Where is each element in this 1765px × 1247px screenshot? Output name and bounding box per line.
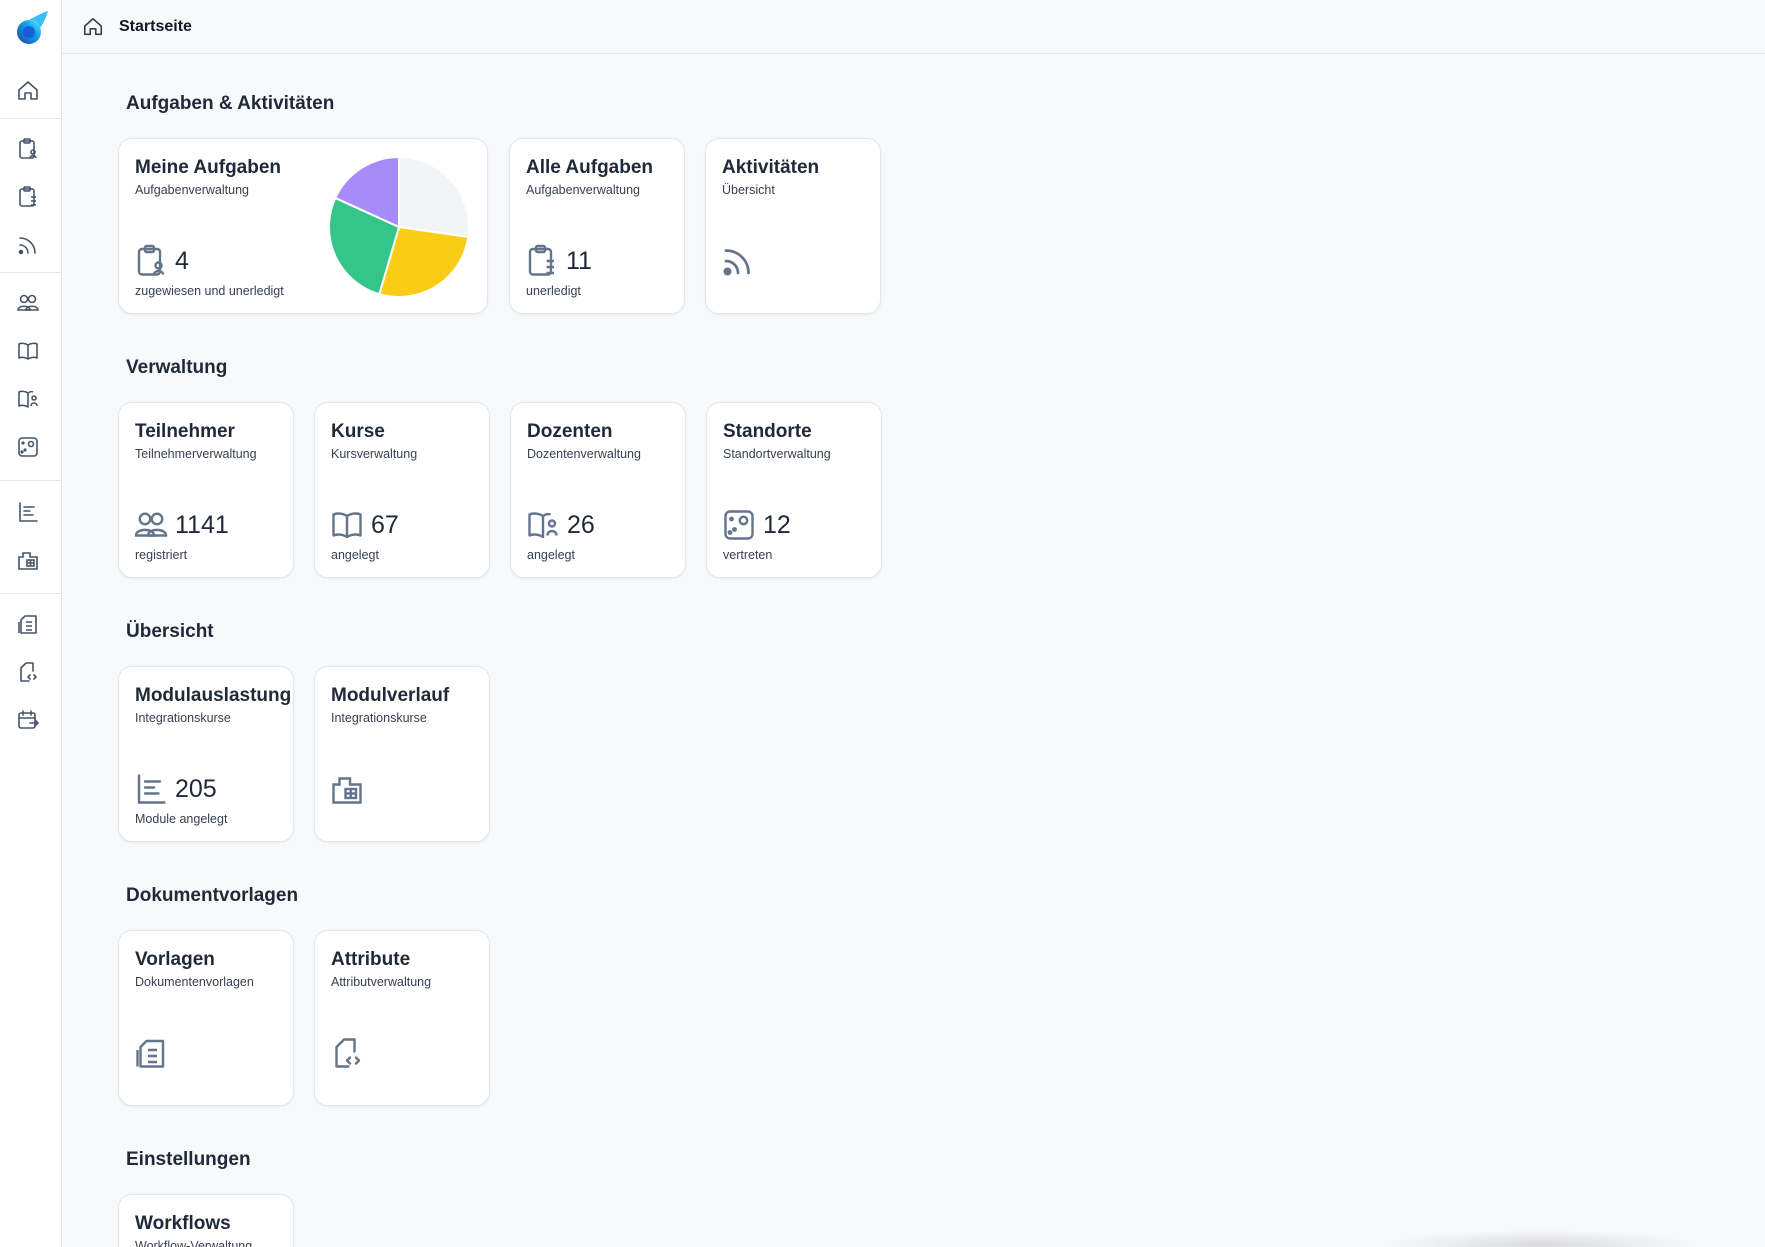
card-footer: angelegt — [331, 548, 379, 562]
card-value: 26 — [567, 510, 595, 539]
folder-grid-icon[interactable] — [15, 547, 41, 573]
breadcrumb-home-icon[interactable] — [81, 15, 105, 39]
card-activities[interactable]: Aktivitäten Übersicht — [705, 138, 881, 314]
card-all-tasks[interactable]: Alle Aufgaben Aufgabenverwaltung 11 uner… — [509, 138, 685, 314]
card-subtitle: Integrationskurse — [135, 711, 231, 725]
breadcrumb[interactable]: Startseite — [119, 18, 192, 36]
card-participants[interactable]: Teilnehmer Teilnehmerverwaltung 1141 reg… — [118, 402, 294, 578]
card-title: Vorlagen — [135, 949, 215, 970]
card-title: Kurse — [331, 421, 385, 442]
card-title: Workflows — [135, 1213, 231, 1234]
card-title: Attribute — [331, 949, 411, 970]
card-locations[interactable]: Standorte Standortverwaltung 12 vertrete… — [706, 402, 882, 578]
nav-divider — [0, 593, 61, 594]
map-pin-icon — [724, 510, 754, 540]
users-icon — [134, 512, 168, 537]
card-module-load[interactable]: Modulauslastung Integrationskurse 205 Mo… — [118, 666, 294, 842]
card-stat: 11 — [524, 243, 592, 279]
card-title: Aktivitäten — [722, 157, 820, 178]
card-title: Alle Aufgaben — [526, 157, 654, 178]
card-footer: Module angelegt — [135, 812, 228, 826]
card-subtitle: Dokumentenvorlagen — [135, 975, 254, 989]
card-subtitle: Aufgabenverwaltung — [526, 183, 640, 197]
floating-shadow — [1380, 1230, 1700, 1247]
card-footer: vertreten — [723, 548, 773, 562]
clipboard-user-icon[interactable] — [15, 136, 41, 162]
card-subtitle: Aufgabenverwaltung — [135, 183, 249, 197]
card-title: Modulauslastung — [135, 685, 292, 706]
card-stat: 4 — [133, 243, 189, 279]
rss-icon[interactable] — [15, 232, 41, 258]
tasks-pie-chart — [328, 155, 470, 298]
card-footer: registriert — [135, 548, 188, 562]
card-attributes[interactable]: Attribute Attributverwaltung — [314, 930, 490, 1106]
bar-chart-icon — [137, 774, 166, 804]
card-value: 4 — [175, 246, 189, 275]
documents-icon — [136, 1039, 165, 1068]
clipboard-list-icon[interactable] — [15, 184, 41, 210]
top-bar: Startseite — [62, 0, 1765, 54]
card-title: Teilnehmer — [135, 421, 235, 442]
card-templates[interactable]: Vorlagen Dokumentenvorlagen — [118, 930, 294, 1106]
card-value: 11 — [566, 246, 592, 275]
card-footer: angelegt — [527, 548, 575, 562]
section-title-admin: Verwaltung — [126, 357, 228, 378]
book-user-icon[interactable] — [15, 386, 41, 412]
card-title: Modulverlauf — [331, 685, 450, 706]
card-subtitle: Teilnehmerverwaltung — [135, 447, 257, 461]
nav-divider — [0, 272, 61, 273]
card-lecturers[interactable]: Dozenten Dozentenverwaltung 26 angelegt — [510, 402, 686, 578]
section-title-overview: Übersicht — [126, 621, 214, 642]
book-user-icon — [528, 512, 558, 539]
card-subtitle: Workflow-Verwaltung — [135, 1239, 253, 1247]
book-open-icon — [332, 512, 362, 539]
home-icon[interactable] — [15, 78, 41, 104]
section-title-templates: Dokumentvorlagen — [126, 885, 299, 906]
file-code-icon[interactable] — [15, 659, 41, 685]
app-logo[interactable] — [12, 8, 52, 48]
card-subtitle: Attributverwaltung — [331, 975, 432, 989]
rss-icon — [723, 249, 750, 276]
card-stat: 67 — [329, 507, 399, 543]
card-stat: 205 — [133, 771, 217, 807]
card-stat: 12 — [721, 507, 791, 543]
card-footer: unerledigt — [526, 284, 581, 298]
card-subtitle: Integrationskurse — [331, 711, 427, 725]
card-subtitle: Dozentenverwaltung — [527, 447, 641, 461]
nav-divider — [0, 480, 61, 481]
card-subtitle: Standortverwaltung — [723, 447, 831, 461]
calendar-arrow-icon[interactable] — [15, 707, 41, 733]
card-footer: zugewiesen und unerledigt — [135, 284, 284, 298]
file-code-icon — [335, 1038, 361, 1068]
card-stat: 1141 — [133, 507, 229, 543]
bar-chart-icon[interactable] — [15, 499, 41, 525]
folder-grid-icon — [332, 777, 362, 804]
card-value: 205 — [175, 774, 217, 803]
pie-slice-1 — [398, 155, 470, 239]
clipboard-list-icon — [528, 244, 554, 276]
card-workflows[interactable]: Workflows Workflow-Verwaltung — [118, 1194, 294, 1247]
clipboard-user-icon — [137, 244, 165, 276]
map-pin-icon[interactable] — [15, 434, 41, 460]
card-title: Dozenten — [527, 421, 613, 442]
card-title: Meine Aufgaben — [135, 157, 282, 178]
card-module-flow[interactable]: Modulverlauf Integrationskurse — [314, 666, 490, 842]
card-subtitle: Kursverwaltung — [331, 447, 418, 461]
users-icon[interactable] — [15, 290, 41, 316]
book-open-icon[interactable] — [15, 338, 41, 364]
card-value: 12 — [763, 510, 791, 539]
card-courses[interactable]: Kurse Kursverwaltung 67 angelegt — [314, 402, 490, 578]
sidebar — [0, 0, 62, 1247]
card-stat: 26 — [525, 507, 595, 543]
section-title-tasks: Aufgaben & Aktivitäten — [126, 93, 335, 114]
card-my-tasks[interactable]: Meine Aufgaben Aufgabenverwaltung 4 zuge… — [118, 138, 488, 314]
card-value: 67 — [371, 510, 399, 539]
card-title: Standorte — [723, 421, 812, 442]
card-value: 1141 — [175, 510, 229, 539]
card-subtitle: Übersicht — [722, 183, 775, 197]
section-title-settings: Einstellungen — [126, 1149, 251, 1170]
documents-icon[interactable] — [15, 611, 41, 637]
nav-divider — [0, 118, 61, 119]
